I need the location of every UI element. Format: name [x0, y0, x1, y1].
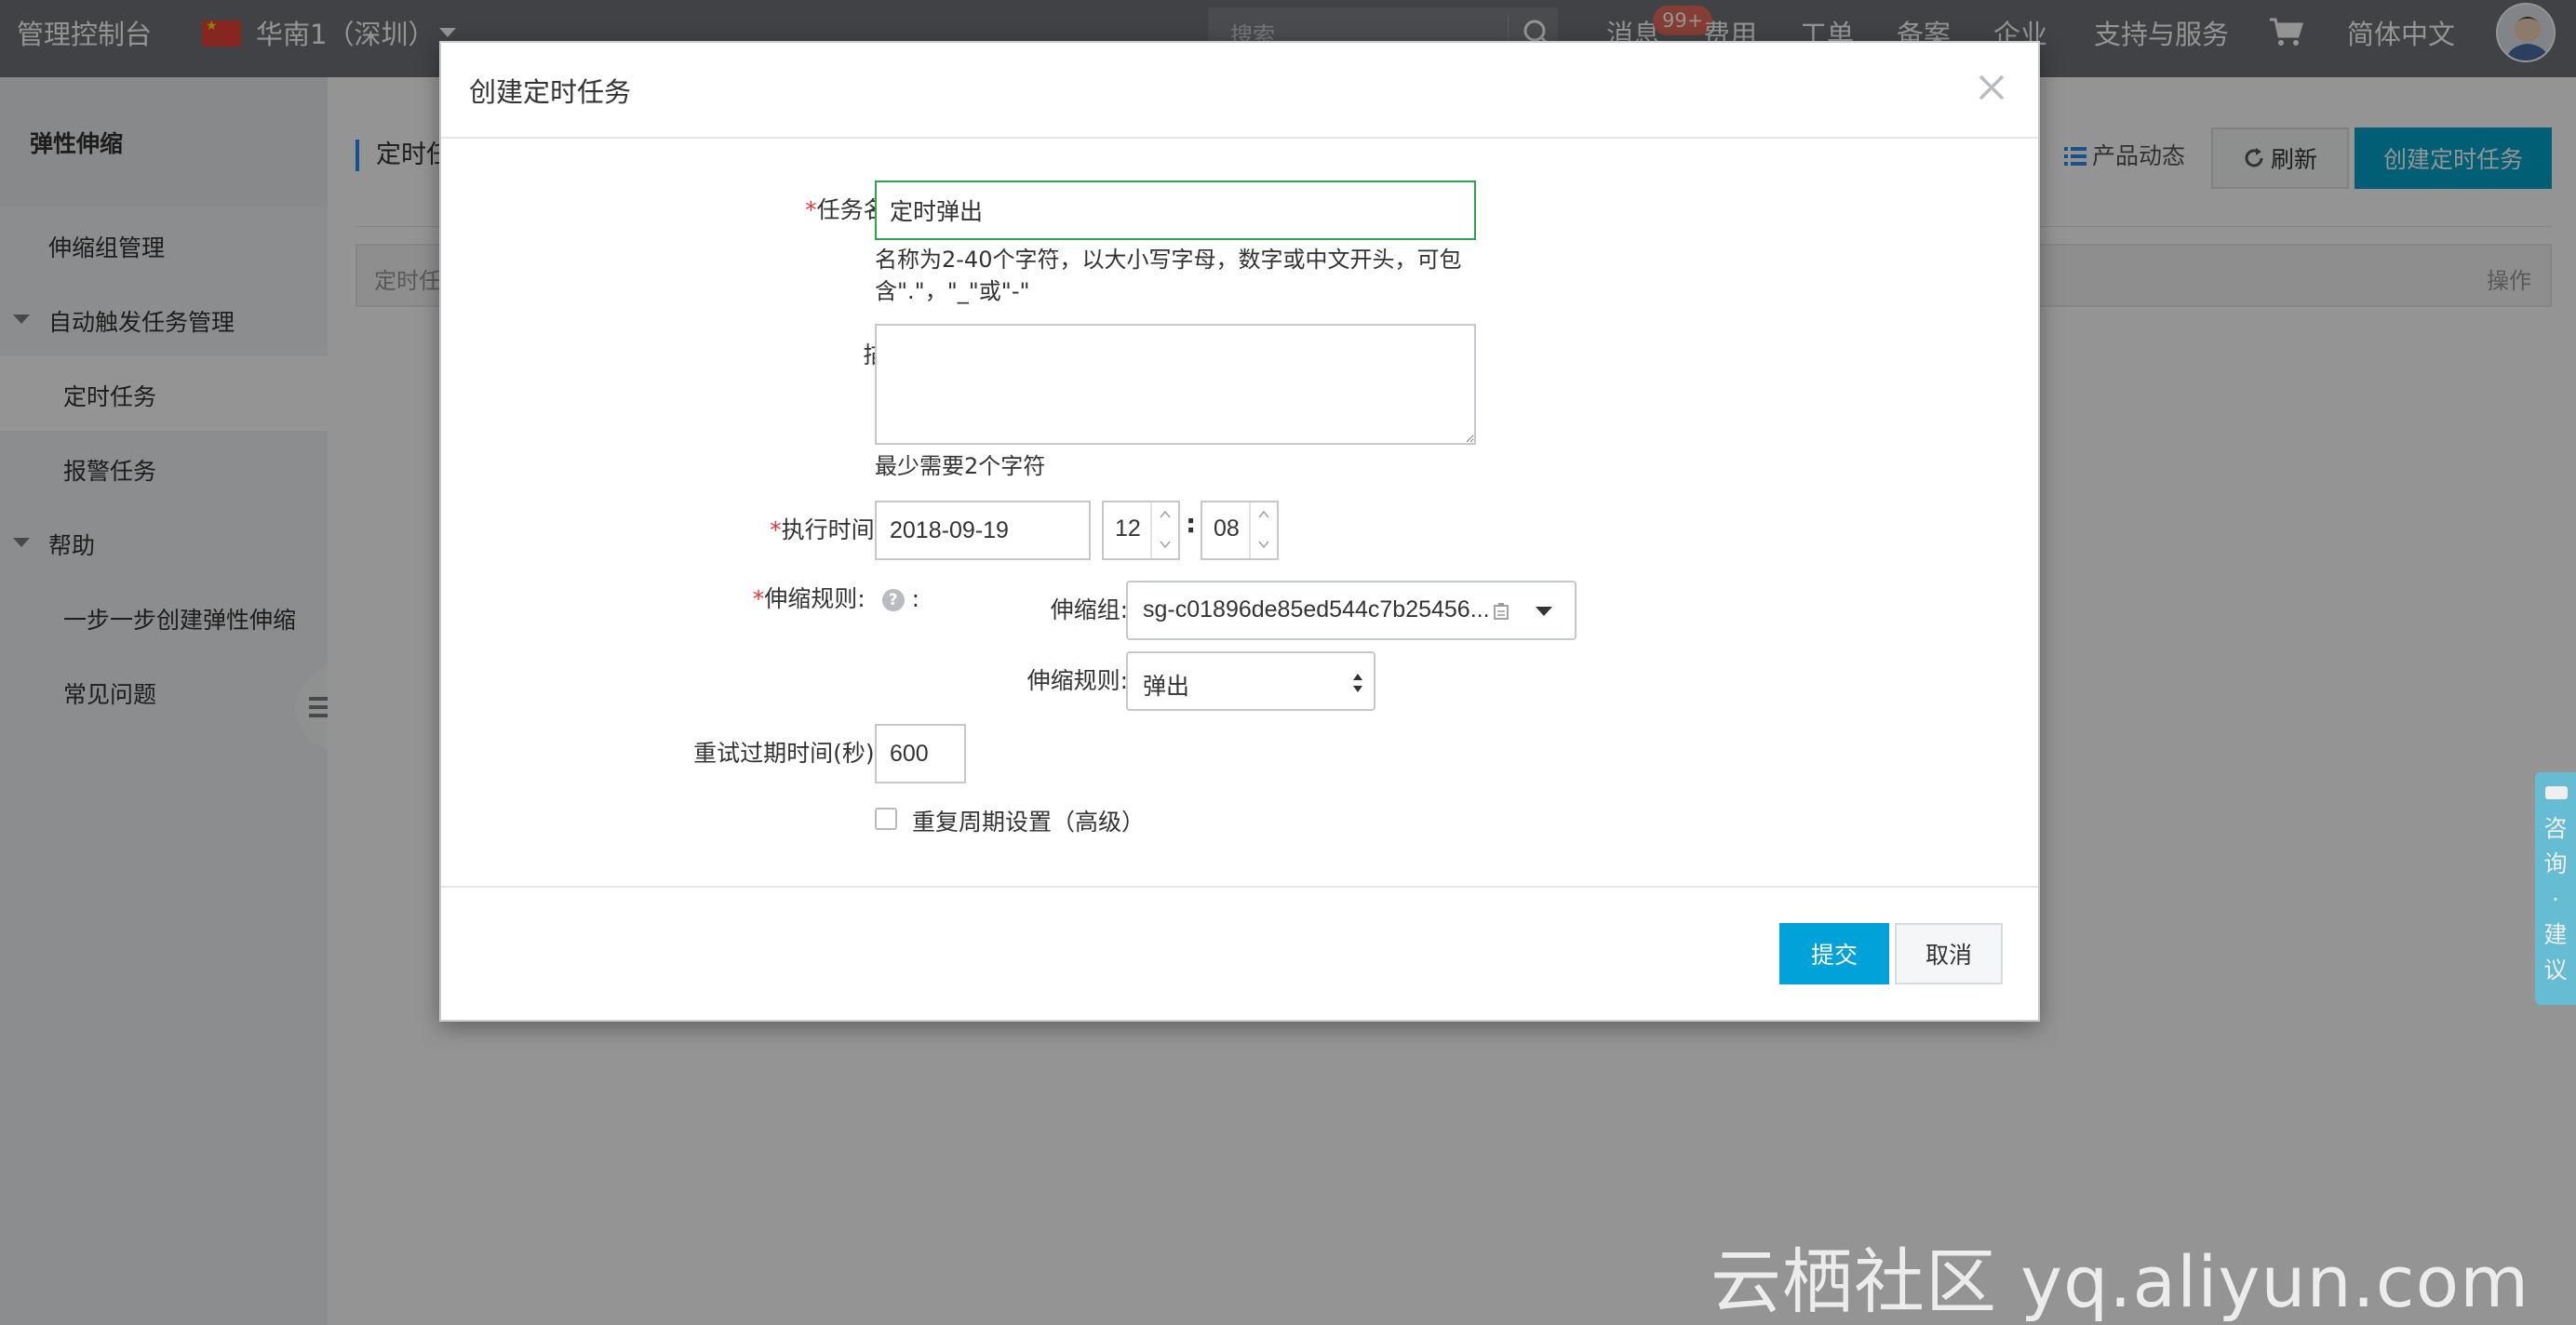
dialog-footer-divider [441, 886, 2038, 888]
copy-icon[interactable] [1491, 601, 1511, 622]
scaling-group-label: 伸缩组: [1050, 596, 1128, 623]
feedback-tab[interactable]: 咨询·建议 [2535, 772, 2576, 1005]
dialog-header: 创建定时任务 [441, 43, 2038, 139]
dialog-title: 创建定时任务 [469, 76, 632, 108]
required-marker: * [805, 196, 817, 223]
description-hint: 最少需要2个字符 [875, 453, 1046, 479]
exec-minute-value: 08 [1214, 515, 1240, 542]
retry-expire-label-text: 重试过期时间(秒) [693, 740, 875, 767]
chevron-down-icon[interactable] [1534, 605, 1554, 618]
exec-minute-stepper[interactable]: 08 [1201, 501, 1279, 560]
label-colon: : [904, 585, 919, 612]
scaling-group-value: sg-c01896de85ed544c7b25456... [1143, 596, 1490, 622]
exec-hour-value: 12 [1115, 515, 1141, 542]
exec-time-label-text: 执行时间 [781, 516, 875, 543]
watermark-text: 云栖社区 yq.aliyun.com [1711, 1240, 2530, 1323]
scaling-rule-label-text: 伸缩规则: [764, 585, 865, 612]
chevron-down-icon[interactable] [1159, 538, 1172, 551]
retry-expire-label: 重试过期时间(秒)? : [545, 735, 919, 769]
stepper-arrows [1150, 502, 1178, 558]
chevron-down-icon[interactable] [1257, 538, 1270, 551]
scaling-rule-select-value: 弹出 [1143, 674, 1190, 700]
feedback-icon [2545, 786, 2568, 799]
scaling-rule-select-label: 伸缩规则: [1026, 667, 1128, 694]
help-icon[interactable]: ? [881, 589, 905, 611]
chevron-up-icon[interactable] [1159, 508, 1172, 521]
select-arrows-icon [1353, 674, 1362, 692]
submit-button[interactable]: 提交 [1779, 923, 1889, 984]
time-separator: : [1186, 508, 1197, 539]
scaling-group-select[interactable]: sg-c01896de85ed544c7b25456... [1126, 581, 1576, 640]
scaling-rule-select[interactable]: 弹出 [1126, 651, 1375, 711]
cancel-button[interactable]: 取消 [1895, 923, 2003, 984]
feedback-label: 咨询·建议 [2543, 815, 2568, 984]
exec-hour-stepper[interactable]: 12 [1102, 501, 1180, 560]
chevron-up-icon[interactable] [1257, 508, 1270, 521]
repeat-cycle-label[interactable]: 重复周期设置（高级） [912, 804, 1145, 837]
task-name-hint: 名称为2-40个字符，以大小写字母，数字或中文开头，可包含"."，"_"或"-" [875, 247, 1462, 304]
close-icon[interactable] [1973, 69, 2010, 106]
task-name-input[interactable] [875, 181, 1476, 240]
exec-date-input[interactable] [875, 501, 1091, 560]
retry-expire-input[interactable] [875, 724, 966, 783]
repeat-cycle-checkbox[interactable] [875, 808, 897, 830]
scaling-rule-label: *伸缩规则:? : [638, 581, 919, 614]
create-scheduled-task-dialog: 创建定时任务 *任务名称: 名称为2-40个字符，以大小写字母，数字或中文开头，… [439, 41, 2040, 1022]
description-textarea[interactable] [875, 324, 1476, 445]
required-marker: * [752, 585, 765, 612]
stepper-arrows [1249, 502, 1277, 558]
required-marker: * [770, 516, 782, 543]
